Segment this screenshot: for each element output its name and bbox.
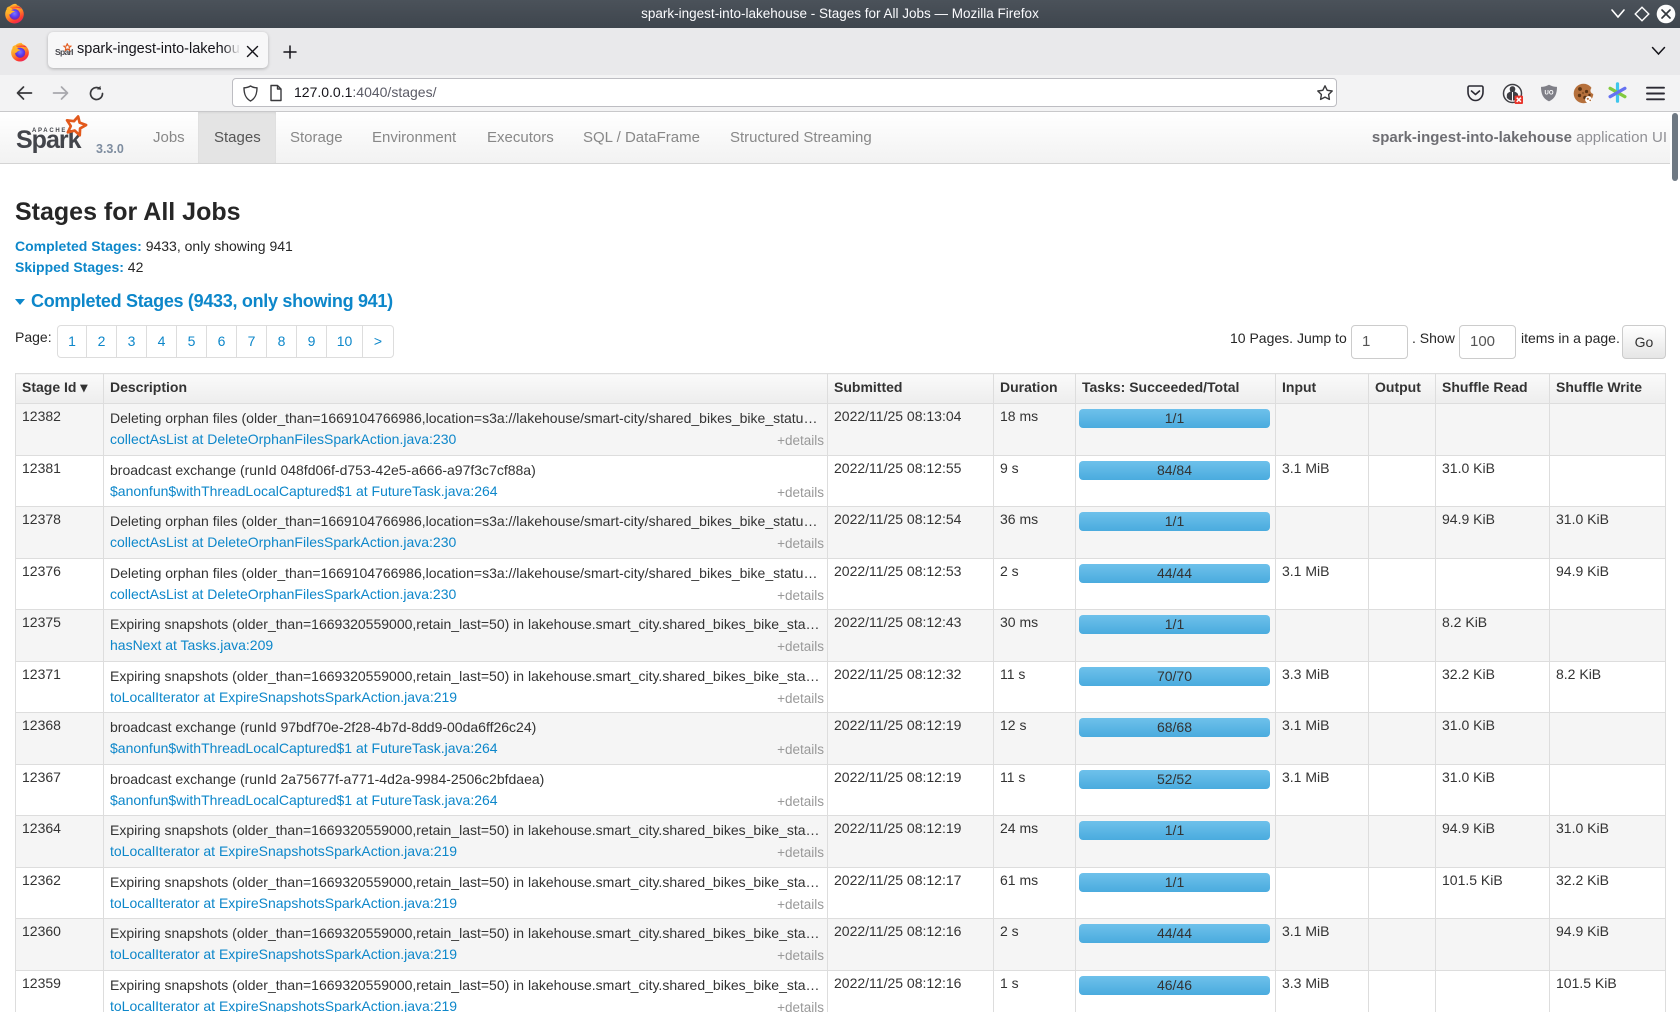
svg-text:Spark: Spark (55, 47, 73, 57)
svg-text:UO: UO (1545, 91, 1554, 97)
